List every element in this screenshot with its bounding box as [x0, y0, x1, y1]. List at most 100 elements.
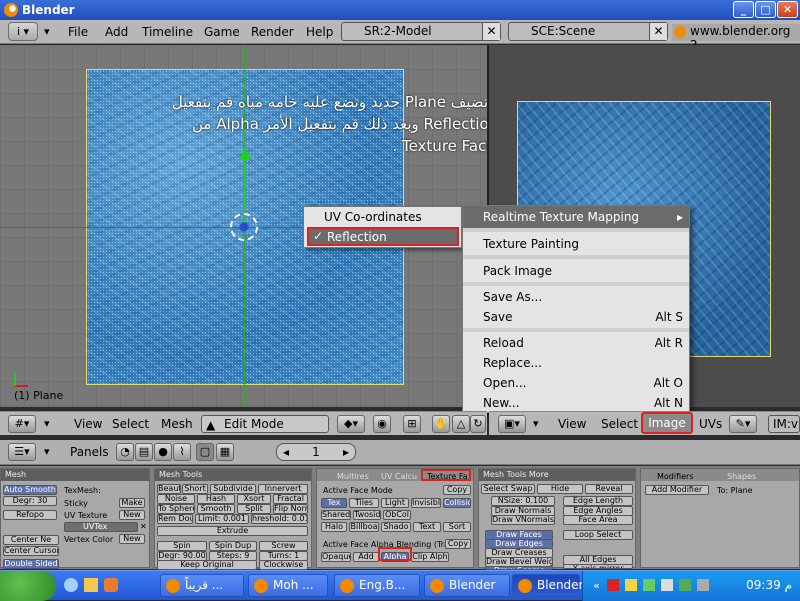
screen-select[interactable]: SR:2-Model ✕ — [341, 22, 501, 41]
select-swap-button[interactable]: Select Swap — [481, 484, 535, 494]
shading-icon[interactable]: ● — [154, 443, 172, 461]
opaque-toggle[interactable]: Opaque — [321, 552, 351, 562]
minimize-button[interactable]: _ — [733, 1, 754, 18]
screen-delete-icon[interactable]: ✕ — [482, 23, 500, 40]
menu-game[interactable]: Game — [204, 25, 240, 39]
mode-select[interactable]: ▲ Edit Mode — [201, 415, 329, 433]
frame-field[interactable]: ◂ 1 ▸ — [276, 443, 356, 461]
menu-realtime-texture-mapping[interactable]: Realtime Texture Mapping ▸ — [463, 206, 689, 228]
add-modifier-button[interactable]: Add Modifier — [645, 485, 709, 495]
speaker-icon[interactable] — [697, 579, 709, 591]
spin-button[interactable]: Spin — [157, 541, 207, 551]
editing-icon[interactable]: ▢ — [196, 443, 214, 461]
center-cursor-button[interactable]: Center Cursor — [3, 546, 59, 556]
menu-uvs[interactable]: UVs — [699, 417, 722, 431]
refopo-button[interactable]: Refopo — [3, 510, 57, 520]
scene-icon[interactable]: ▦ — [216, 443, 234, 461]
noise-button[interactable]: Noise — [157, 494, 195, 504]
keep-original-toggle[interactable]: Keep Original — [157, 560, 257, 570]
menu-reload[interactable]: Reload — [483, 336, 524, 350]
smooth-button[interactable]: Smooth — [197, 504, 235, 514]
add-toggle[interactable]: Add — [353, 552, 379, 562]
task-moh[interactable]: Moh ... — [248, 574, 328, 597]
rotate-icon[interactable]: ↻ — [470, 415, 486, 433]
billboard-toggle[interactable]: Billboa — [349, 522, 379, 532]
script-icon[interactable]: ▤ — [135, 443, 153, 461]
menu-view[interactable]: View — [74, 417, 102, 431]
fractal-button[interactable]: Fractal — [273, 494, 308, 504]
draw-type-icon[interactable]: ◆▾ — [337, 415, 365, 433]
tab-shapes[interactable]: Shapes — [727, 471, 756, 483]
text-toggle[interactable]: Text — [413, 522, 441, 532]
innervert-button[interactable]: Innervert — [258, 484, 308, 494]
center-new-button[interactable]: Center Ne — [3, 535, 59, 545]
header-collapse-icon[interactable]: ▾ — [44, 25, 50, 38]
menu-view[interactable]: View — [558, 417, 586, 431]
frame-prev-icon[interactable]: ◂ — [283, 444, 289, 460]
beauty-button[interactable]: Beaut — [157, 484, 181, 494]
snap-icon[interactable]: ⊞ — [403, 415, 421, 433]
tray-app-icon-2[interactable] — [679, 579, 691, 591]
subdivide-button[interactable]: Subdivide — [210, 484, 256, 494]
clock[interactable]: 09:39 م — [746, 578, 792, 592]
header-collapse-icon[interactable]: ▾ — [44, 417, 50, 430]
edge-length-toggle[interactable]: Edge Length — [563, 496, 633, 506]
start-button[interactable] — [0, 571, 56, 601]
menu-select[interactable]: Select — [112, 417, 149, 431]
pin-icon[interactable]: ✎▾ — [729, 415, 757, 433]
menu-timeline[interactable]: Timeline — [142, 25, 193, 39]
panels-menu[interactable]: Panels — [70, 445, 109, 459]
loop-select-toggle[interactable]: Loop Select — [563, 530, 633, 540]
image-window-icon[interactable]: ▣▾ — [498, 415, 526, 433]
degr-field[interactable]: Degr: 30 — [3, 496, 57, 506]
shared-toggle[interactable]: Shared — [321, 510, 351, 520]
tiles-toggle[interactable]: Tiles — [349, 498, 379, 508]
pivot-icon[interactable]: ◉ — [373, 415, 391, 433]
invisible-toggle[interactable]: Invisibl — [411, 498, 441, 508]
task-eng[interactable]: Eng.B... — [334, 574, 420, 597]
light-toggle[interactable]: Light — [381, 498, 409, 508]
twoside-toggle[interactable]: Twoside — [353, 510, 381, 520]
reveal-button[interactable]: Reveal — [585, 484, 633, 494]
scene-select[interactable]: SCE:Scene ✕ — [508, 22, 668, 41]
xsort-button[interactable]: Xsort — [237, 494, 271, 504]
tex-toggle[interactable]: Tex — [321, 498, 347, 508]
limit-field[interactable]: Limit: 0.001 — [195, 514, 249, 524]
menu-save[interactable]: Save — [483, 310, 512, 324]
task-blender-2[interactable]: Blender — [512, 574, 584, 597]
logic-icon[interactable]: ◔ — [116, 443, 134, 461]
media-icon[interactable] — [104, 578, 118, 592]
tab-uv-calculation[interactable]: UV Calcu — [381, 471, 417, 483]
extrude-button[interactable]: Extrude — [157, 526, 308, 536]
tab-modifiers[interactable]: Modifiers — [657, 471, 694, 483]
split-button[interactable]: Split — [237, 504, 271, 514]
tray-arrow-icon[interactable]: « — [593, 579, 600, 592]
menu-render[interactable]: Render — [251, 25, 294, 39]
draw-vnormals-toggle[interactable]: Draw VNormals — [491, 515, 555, 525]
menu-save-as[interactable]: Save As... — [483, 290, 542, 304]
menu-texture-painting[interactable]: Texture Painting — [483, 237, 579, 251]
hide-button[interactable]: Hide — [537, 484, 583, 494]
face-mode-copy-button[interactable]: Copy — [443, 485, 471, 495]
menu-image[interactable]: Image — [641, 412, 693, 434]
menu-help[interactable]: Help — [306, 25, 333, 39]
volume-icon[interactable] — [661, 579, 673, 591]
nsize-field[interactable]: NSize: 0.100 — [491, 496, 555, 506]
task-blender-1[interactable]: Blender — [424, 574, 510, 597]
menu-reflection[interactable]: ✓ Reflection — [307, 227, 459, 246]
threshold-field[interactable]: hreshold: 0.010 — [251, 514, 308, 524]
clockwise-toggle[interactable]: Clockwise — [259, 560, 308, 570]
clip-alpha-toggle[interactable]: Clip Alph — [411, 552, 449, 562]
object-icon[interactable]: ⌇ — [173, 443, 191, 461]
maximize-button[interactable]: □ — [755, 1, 776, 18]
image-select[interactable]: IM:v — [768, 415, 800, 433]
menu-file[interactable]: File — [68, 25, 88, 39]
short-button[interactable]: Short — [182, 484, 208, 494]
header-collapse-icon[interactable]: ▾ — [44, 445, 50, 458]
menu-replace[interactable]: Replace... — [483, 356, 542, 370]
shadow-toggle[interactable]: Shado — [381, 522, 411, 532]
menu-add[interactable]: Add — [105, 25, 128, 39]
alpha-copy-button[interactable]: Copy — [445, 539, 471, 549]
sort-toggle[interactable]: Sort — [443, 522, 471, 532]
folder-icon[interactable] — [84, 578, 98, 592]
